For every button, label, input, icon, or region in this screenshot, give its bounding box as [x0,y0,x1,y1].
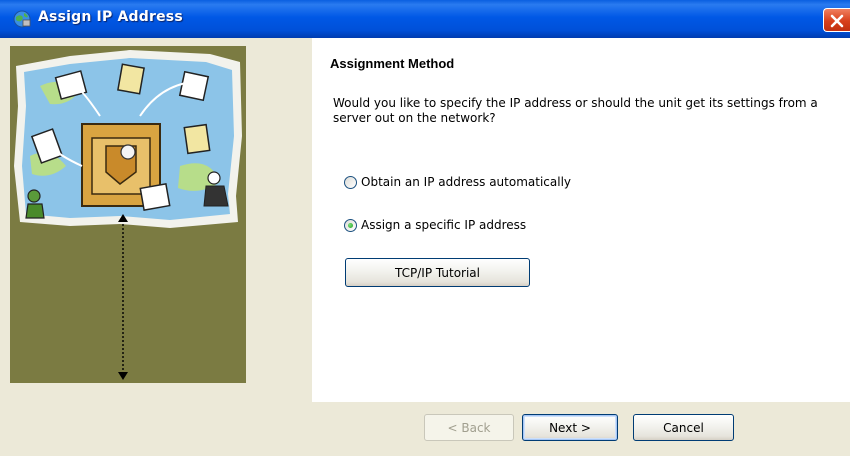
dialog-body: Assignment Method Would you like to spec… [0,38,850,456]
network-illustration [14,50,242,380]
next-button[interactable]: Next > [522,414,618,441]
wizard-side-panel [10,46,246,383]
description-text: Would you like to specify the IP address… [333,96,818,125]
tcpip-tutorial-button[interactable]: TCP/IP Tutorial [345,258,530,287]
section-title: Assignment Method [330,56,455,71]
wizard-content-area: Assignment Method Would you like to spec… [312,38,850,402]
network-globe-icon [13,10,31,28]
radio-button-checked[interactable] [344,218,357,232]
cancel-button[interactable]: Cancel [633,414,734,441]
back-button[interactable]: < Back [424,414,514,441]
title-bar[interactable]: Assign IP Address [0,0,850,38]
radio-label: Assign a specific IP address [361,218,527,232]
window-title: Assign IP Address [38,9,183,25]
radio-assign-specific[interactable]: Assign a specific IP address [344,218,526,232]
close-button[interactable] [823,8,850,32]
radio-obtain-automatically[interactable]: Obtain an IP address automatically [344,175,571,189]
radio-label: Obtain an IP address automatically [361,175,572,189]
close-icon [830,14,844,28]
radio-button-unchecked[interactable] [344,175,357,189]
